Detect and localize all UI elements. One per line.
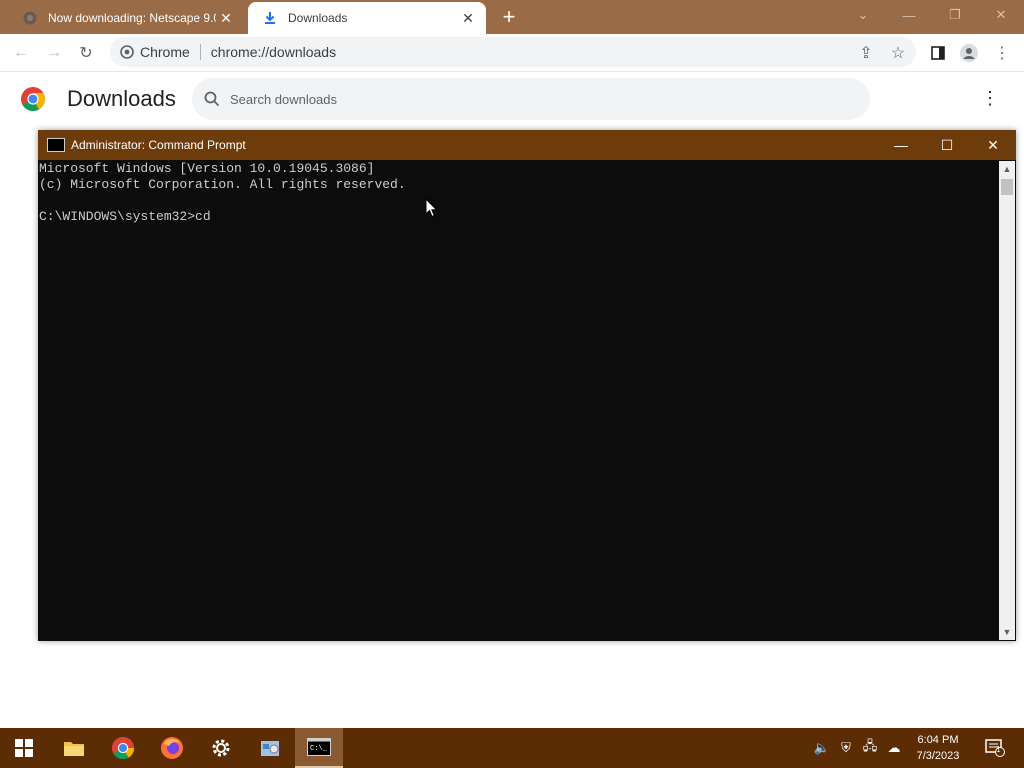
search-placeholder: Search downloads: [230, 91, 337, 107]
taskbar: C:\_ 🔈 ⛨ 🖧 ☁ 6:04 PM 7/3/2023 1: [0, 728, 1024, 768]
cmd-app-icon: [47, 138, 65, 152]
page-title: Downloads: [67, 86, 176, 111]
notification-count: 1: [996, 745, 1001, 754]
firefox-icon[interactable]: [148, 728, 196, 768]
browser-toolbar: ← → ↻ Chrome chrome://downloads ⇪ ☆ ⋮: [0, 34, 1024, 72]
reload-icon[interactable]: ↻: [75, 42, 97, 64]
address-bar[interactable]: Chrome chrome://downloads: [110, 37, 916, 67]
tab-title: Now downloading: Netscape 9.0: [48, 11, 216, 25]
network-icon[interactable]: 🖧: [862, 738, 878, 756]
bookmark-star-icon[interactable]: ☆: [887, 42, 909, 64]
forward-icon[interactable]: →: [43, 42, 65, 64]
clock-time: 6:04 PM: [917, 734, 959, 746]
netscape-icon: [22, 10, 38, 26]
tab-search-icon[interactable]: ⌄: [840, 0, 886, 30]
taskbar-clock[interactable]: 6:04 PM 7/3/2023: [906, 732, 970, 764]
console-prompt-line: C:\WINDOWS\system32>cd: [39, 209, 211, 224]
tab-title: Downloads: [288, 11, 348, 25]
back-icon[interactable]: ←: [10, 42, 32, 64]
control-panel-icon[interactable]: [246, 728, 294, 768]
close-window-icon[interactable]: ✕: [978, 0, 1024, 30]
cmd-close-icon[interactable]: ✕: [970, 130, 1016, 160]
side-panel-icon[interactable]: [927, 42, 949, 64]
profile-avatar-icon[interactable]: [958, 42, 980, 64]
file-explorer-icon[interactable]: [50, 728, 98, 768]
omnibox-divider: [199, 44, 201, 60]
restore-icon[interactable]: ❐: [932, 0, 978, 30]
start-icon[interactable]: [0, 728, 48, 768]
svg-text:C:\_: C:\_: [310, 745, 328, 753]
scroll-up-icon[interactable]: ▲: [999, 161, 1015, 177]
share-icon[interactable]: ⇪: [855, 42, 877, 64]
close-tab-icon[interactable]: ✕: [216, 8, 236, 28]
downloads-header: Downloads Search downloads ⋮: [0, 72, 1024, 130]
search-downloads-input[interactable]: Search downloads: [192, 78, 870, 120]
settings-icon[interactable]: [197, 728, 245, 768]
security-shield-icon[interactable]: ⛨: [838, 740, 854, 756]
search-icon: [204, 91, 220, 107]
notification-center-icon[interactable]: 1: [984, 738, 1006, 758]
tab-strip: Now downloading: Netscape 9.0 ✕ Download…: [0, 0, 1024, 34]
tab-downloads[interactable]: Downloads ✕: [248, 2, 486, 34]
minimize-icon[interactable]: —: [886, 0, 932, 30]
scroll-thumb[interactable]: [1001, 179, 1013, 195]
cmd-titlebar[interactable]: Administrator: Command Prompt — ☐ ✕: [38, 130, 1016, 160]
chrome-logo-icon: [20, 86, 46, 112]
cmd-maximize-icon[interactable]: ☐: [924, 130, 970, 160]
scroll-down-icon[interactable]: ▼: [999, 624, 1015, 640]
clock-date: 7/3/2023: [916, 750, 960, 762]
mouse-pointer-icon: [425, 197, 439, 218]
cmd-scrollbar[interactable]: ▲ ▼: [999, 161, 1015, 640]
site-label: Chrome: [140, 44, 190, 60]
console-line: Microsoft Windows [Version 10.0.19045.30…: [39, 161, 375, 176]
more-actions-icon[interactable]: ⋮: [980, 88, 1000, 112]
command-prompt-window[interactable]: Administrator: Command Prompt — ☐ ✕ Micr…: [38, 130, 1016, 641]
new-tab-button[interactable]: +: [498, 6, 520, 28]
console-line: (c) Microsoft Corporation. All rights re…: [39, 177, 406, 192]
command-prompt-icon[interactable]: C:\_: [295, 728, 343, 768]
url-text: chrome://downloads: [210, 44, 337, 60]
tab-netscape[interactable]: Now downloading: Netscape 9.0 ✕: [8, 2, 244, 34]
cmd-window-title: Administrator: Command Prompt: [71, 138, 246, 152]
chrome-icon[interactable]: [99, 728, 147, 768]
chrome-menu-icon[interactable]: ⋮: [991, 42, 1013, 64]
cmd-console-output[interactable]: Microsoft Windows [Version 10.0.19045.30…: [39, 161, 999, 639]
download-icon: [262, 10, 278, 26]
cmd-minimize-icon[interactable]: —: [878, 130, 924, 160]
volume-muted-icon[interactable]: 🔈: [814, 740, 830, 756]
close-tab-icon[interactable]: ✕: [458, 8, 478, 28]
onedrive-icon[interactable]: ☁: [886, 740, 902, 756]
chrome-site-icon: [120, 45, 134, 59]
